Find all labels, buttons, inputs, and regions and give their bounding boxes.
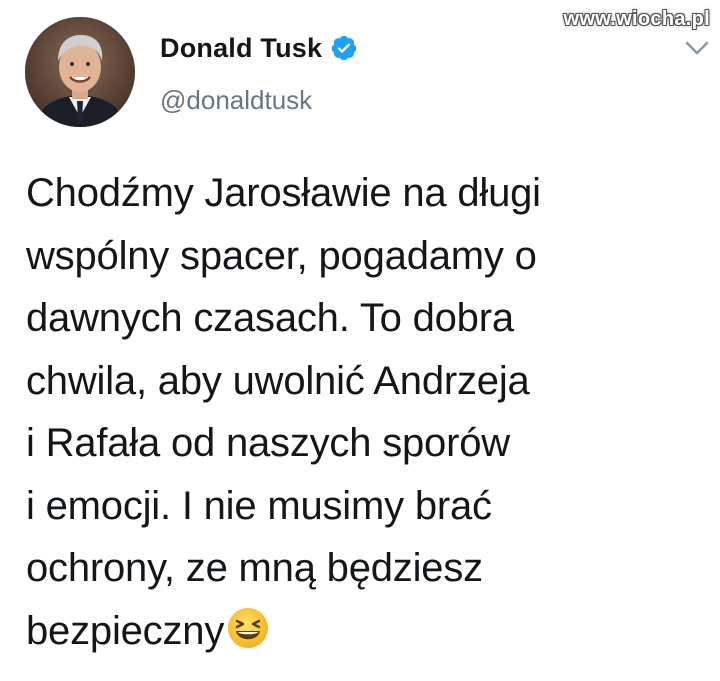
- author-name-row[interactable]: Donald Tusk: [160, 30, 358, 66]
- grinning-squinting-face-icon: [228, 607, 269, 648]
- watermark: www.wiocha.pl: [563, 8, 710, 30]
- profile-photo-icon: [25, 17, 135, 127]
- tweet-line: chwila, aby uwolnić Andrzeja: [26, 358, 530, 403]
- tweet-line: i Rafała od naszych sporów: [26, 421, 510, 465]
- tweet-line: ochrony, ze mną będziesz: [26, 546, 483, 590]
- chevron-down-icon[interactable]: [685, 40, 709, 56]
- tweet-line: bezpieczny: [26, 608, 225, 653]
- author-handle[interactable]: @donaldtusk: [160, 85, 312, 116]
- tweet-card: www.wiocha.pl Donald Tusk @donaldtusk Ch…: [0, 0, 720, 681]
- verified-badge-icon: [331, 35, 357, 61]
- tweet-line: i emocji. I nie musimy brać: [26, 483, 492, 528]
- tweet-line: dawnych czasach. To dobra: [26, 296, 514, 340]
- avatar[interactable]: [25, 17, 135, 127]
- author-display-name[interactable]: Donald Tusk: [160, 33, 322, 64]
- tweet-line: wspólny spacer, pogadamy o: [26, 233, 537, 278]
- tweet-text: Chodźmy Jarosławie na długi wspólny spac…: [26, 162, 706, 662]
- tweet-line: Chodźmy Jarosławie na długi: [26, 171, 541, 215]
